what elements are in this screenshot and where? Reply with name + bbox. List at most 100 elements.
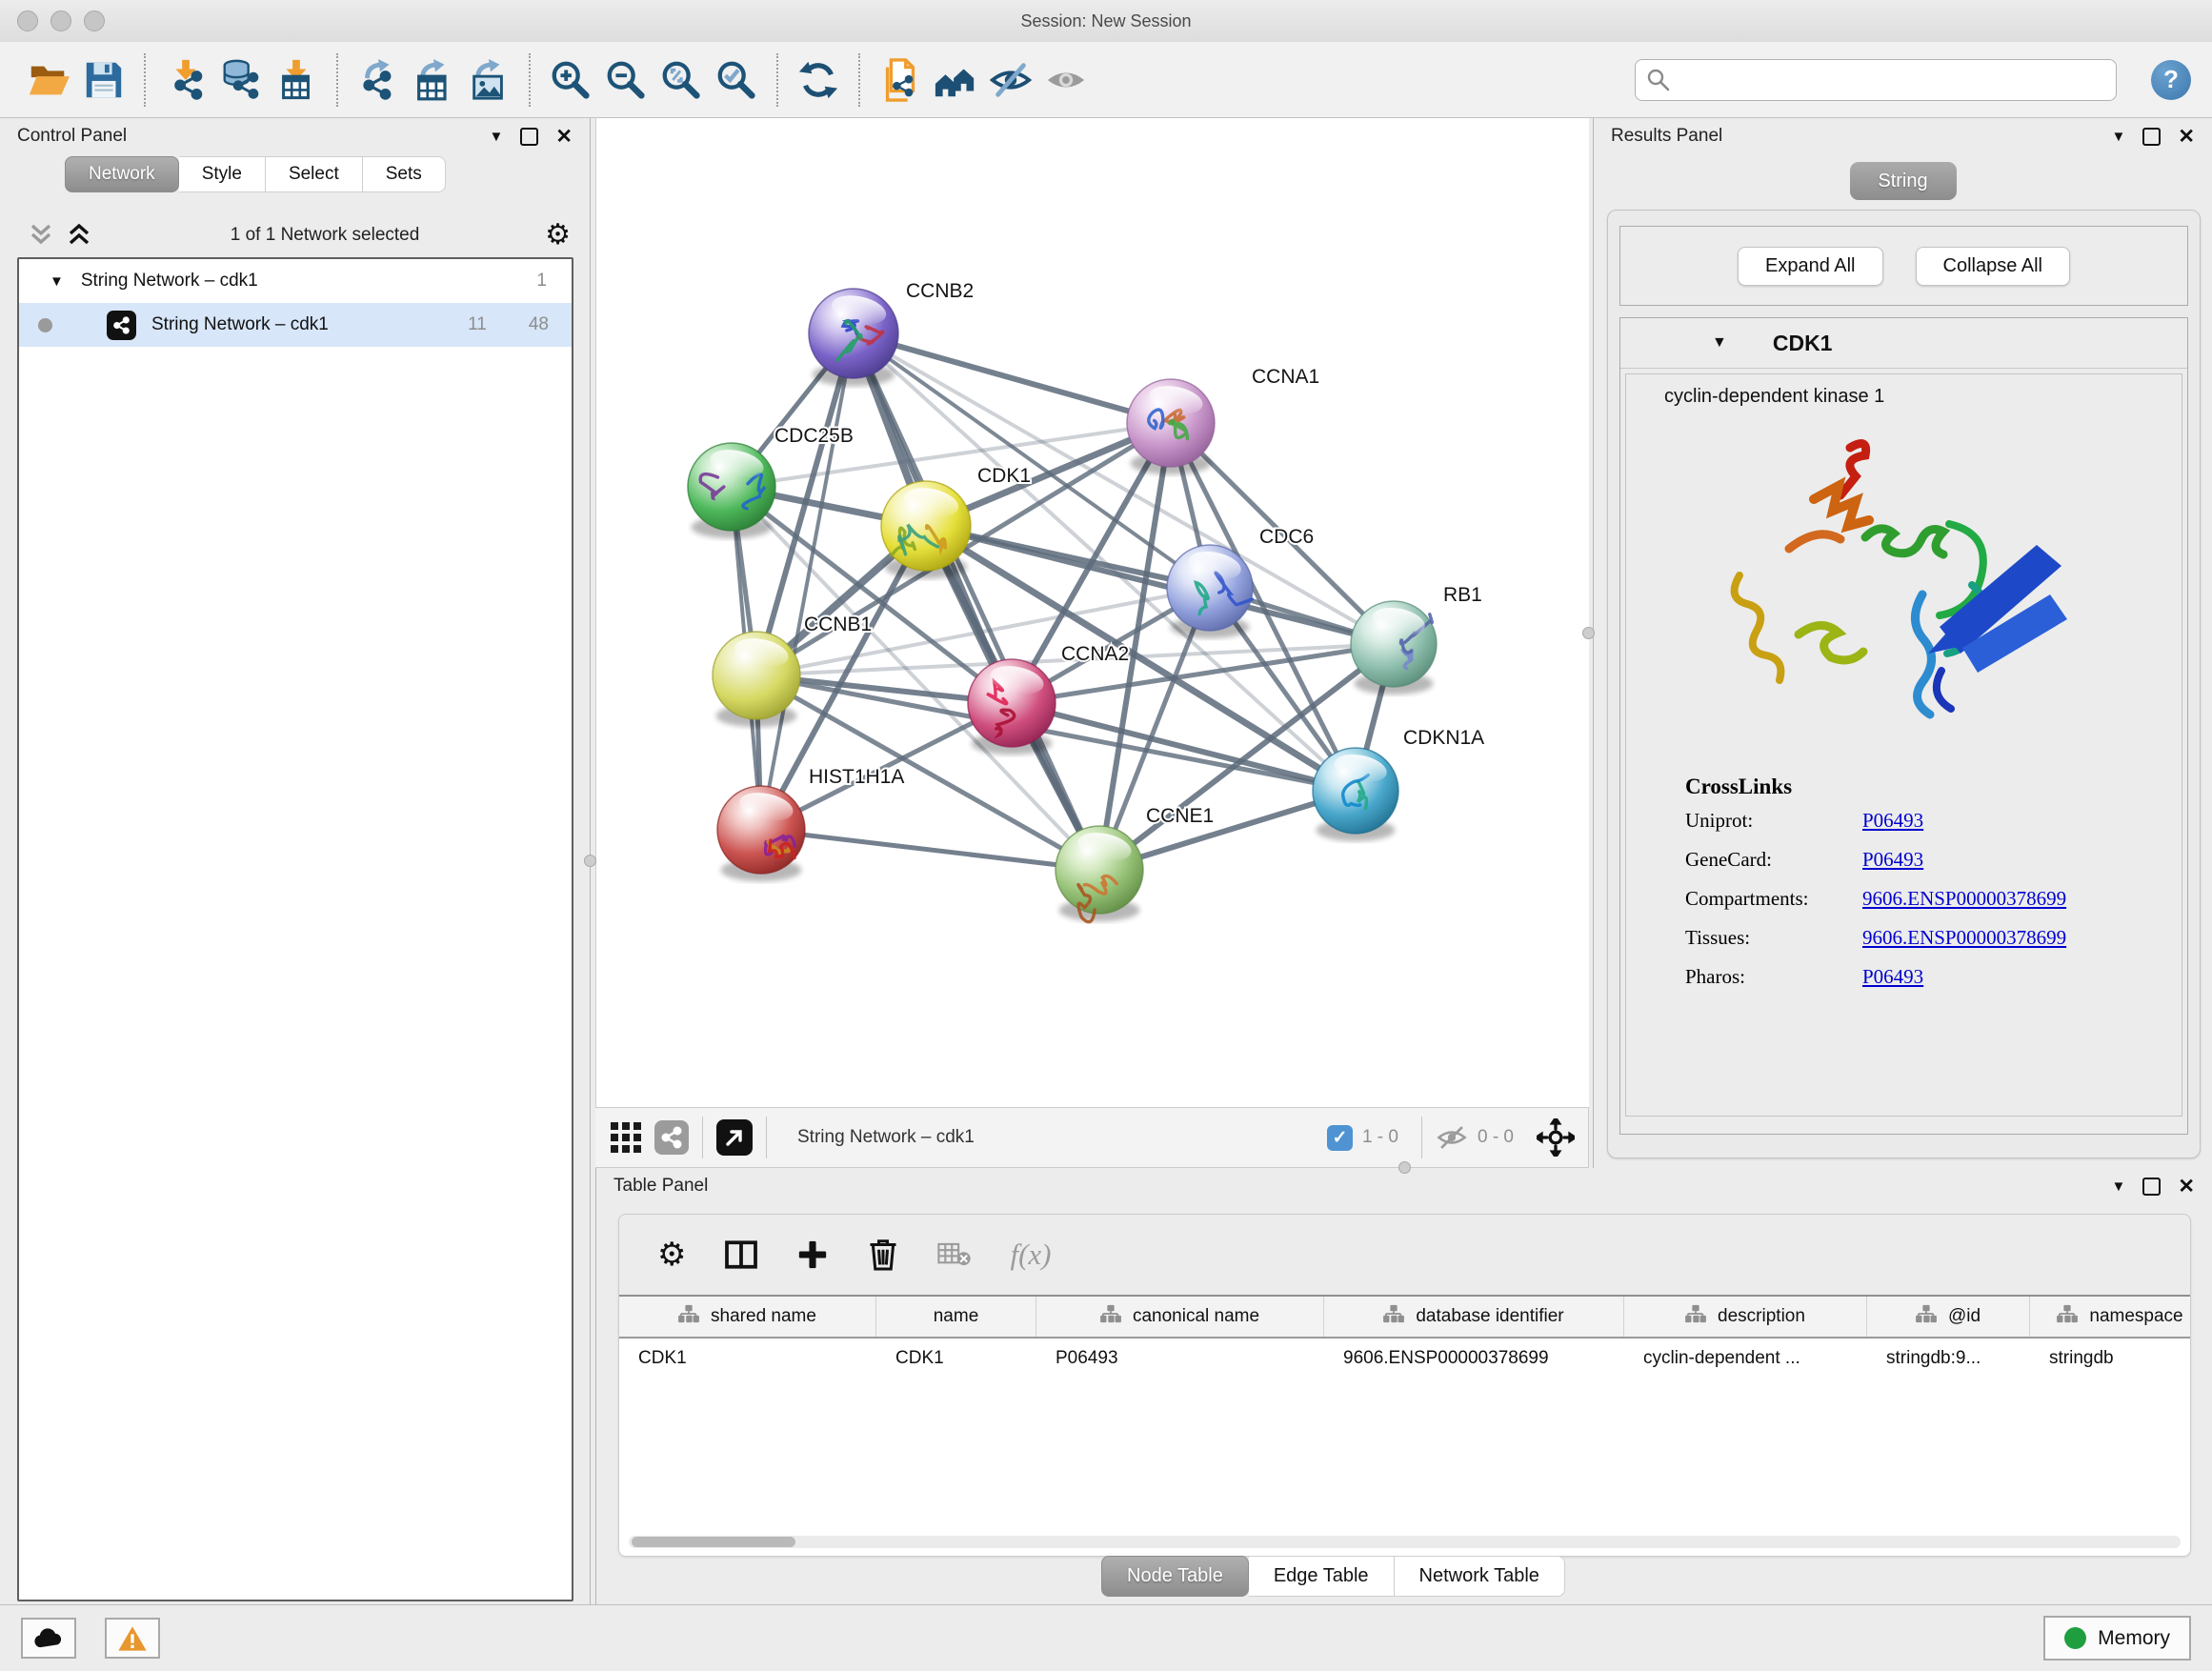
birdseye-navigator-icon[interactable] <box>1537 1118 1575 1157</box>
table-cell[interactable]: CDK1 <box>876 1339 1036 1379</box>
network-tree-row[interactable]: String Network – cdk1 11 48 <box>19 303 572 347</box>
table-cell[interactable]: CDK1 <box>619 1339 876 1379</box>
cloud-status-button[interactable] <box>21 1618 76 1659</box>
first-neighbors-button[interactable] <box>928 51 983 109</box>
create-column-plus-icon[interactable] <box>796 1238 829 1271</box>
memory-button[interactable]: Memory <box>2043 1616 2191 1661</box>
close-panel-icon[interactable]: ✕ <box>555 125 573 149</box>
export-table-button[interactable] <box>406 51 461 109</box>
crosslink-link[interactable]: 9606.ENSP00000378699 <box>1862 926 2066 950</box>
float-panel-icon[interactable] <box>520 128 538 146</box>
table-cell[interactable]: 9606.ENSP00000378699 <box>1324 1339 1624 1379</box>
tab-select[interactable]: Select <box>266 156 363 192</box>
panel-menu-icon[interactable]: ▼ <box>2112 129 2126 145</box>
column-header-name[interactable]: name <box>876 1297 1036 1337</box>
node-section-header[interactable]: ▼ CDK1 <box>1620 318 2187 369</box>
open-in-new-window-icon[interactable] <box>716 1119 753 1156</box>
help-button[interactable]: ? <box>2151 60 2191 100</box>
hide-selected-button[interactable] <box>983 51 1038 109</box>
network-options-gear-icon[interactable]: ⚙ <box>545 221 571 250</box>
close-panel-icon[interactable]: ✕ <box>2178 125 2195 149</box>
close-window-button[interactable] <box>17 10 38 31</box>
tab-style[interactable]: Style <box>179 156 266 192</box>
network-tree-row[interactable]: ▼ String Network – cdk1 1 <box>19 259 572 303</box>
panel-menu-icon[interactable]: ▼ <box>2112 1178 2126 1195</box>
delete-column-trash-icon[interactable] <box>867 1238 899 1272</box>
table-cell[interactable]: stringdb:9... <box>1867 1339 2030 1379</box>
apply-preferred-layout-button[interactable] <box>791 51 846 109</box>
export-image-button[interactable] <box>461 51 516 109</box>
network-canvas[interactable]: CCNB2CCNA1CDC25BCDK1CDC6RB1CCNB1CCNA2CDK… <box>595 118 1589 1107</box>
crosslink-link[interactable]: P06493 <box>1862 848 1923 872</box>
zoom-out-button[interactable] <box>598 51 654 109</box>
tab-string[interactable]: String <box>1850 162 1957 200</box>
zoom-window-button[interactable] <box>84 10 105 31</box>
table-options-gear-icon[interactable]: ⚙ <box>657 1238 686 1271</box>
table-row[interactable]: CDK1CDK1P064939606.ENSP00000378699cyclin… <box>619 1339 2190 1379</box>
import-network-file-button[interactable] <box>158 51 213 109</box>
collapse-all-icon[interactable] <box>67 222 91 249</box>
network-edge[interactable] <box>854 333 1099 870</box>
save-session-button[interactable] <box>76 51 131 109</box>
minimize-window-button[interactable] <box>50 10 71 31</box>
column-header--id[interactable]: @id <box>1867 1297 2030 1337</box>
warnings-button[interactable] <box>105 1618 160 1659</box>
tab-edge-table[interactable]: Edge Table <box>1249 1556 1395 1597</box>
zoom-fit-button[interactable] <box>654 51 709 109</box>
left-splitter-handle[interactable] <box>584 855 596 867</box>
expand-all-icon[interactable] <box>29 222 53 249</box>
zoom-selected-button[interactable] <box>709 51 764 109</box>
network-node-CDC25B[interactable] <box>688 443 775 538</box>
network-node-RB1[interactable] <box>1351 601 1437 695</box>
collapse-caret-icon[interactable]: ▼ <box>50 273 64 290</box>
column-header-description[interactable]: description <box>1624 1297 1867 1337</box>
grid-view-icon[interactable] <box>609 1120 643 1155</box>
network-node-CCNE1[interactable] <box>1056 826 1143 922</box>
scrollbar-thumb[interactable] <box>632 1537 795 1547</box>
column-header-canonical-name[interactable]: canonical name <box>1036 1297 1324 1337</box>
network-badge-icon[interactable] <box>654 1120 689 1155</box>
float-panel-icon[interactable] <box>2142 128 2161 146</box>
crosslink-link[interactable]: P06493 <box>1862 965 1923 989</box>
network-edge[interactable] <box>761 333 854 830</box>
table-cell[interactable]: P06493 <box>1036 1339 1324 1379</box>
show-columns-icon[interactable] <box>724 1238 758 1272</box>
network-edge[interactable] <box>926 526 1394 644</box>
network-node-CCNA1[interactable] <box>1127 379 1215 474</box>
right-splitter-handle[interactable] <box>1582 627 1595 639</box>
table-cell[interactable]: stringdb <box>2030 1339 2191 1379</box>
collapse-all-button[interactable]: Collapse All <box>1916 247 2071 286</box>
show-all-button[interactable] <box>1038 51 1094 109</box>
collapse-section-icon[interactable]: ▼ <box>1712 334 1727 352</box>
network-node-CCNA2[interactable] <box>968 659 1056 755</box>
bottom-splitter-handle[interactable] <box>1398 1161 1411 1174</box>
table-horizontal-scrollbar[interactable] <box>629 1536 2181 1548</box>
crosslink-link[interactable]: P06493 <box>1862 809 1923 833</box>
network-node-CCNB2[interactable] <box>809 289 898 386</box>
tab-network-table[interactable]: Network Table <box>1395 1556 1565 1597</box>
crosslink-link[interactable]: 9606.ENSP00000378699 <box>1862 887 2066 911</box>
network-node-CDKN1A[interactable] <box>1313 748 1398 841</box>
network-node-CDK1[interactable] <box>881 481 971 578</box>
column-header-shared-name[interactable]: shared name <box>619 1297 876 1337</box>
close-panel-icon[interactable]: ✕ <box>2178 1175 2195 1198</box>
tab-node-table[interactable]: Node Table <box>1101 1556 1249 1597</box>
new-network-from-selection-button[interactable] <box>873 51 928 109</box>
column-header-database-identifier[interactable]: database identifier <box>1324 1297 1624 1337</box>
expand-all-button[interactable]: Expand All <box>1738 247 1883 286</box>
zoom-in-button[interactable] <box>543 51 598 109</box>
network-edge[interactable] <box>761 830 1099 870</box>
import-table-file-button[interactable] <box>269 51 324 109</box>
network-node-HIST1H1A[interactable] <box>717 786 805 881</box>
tab-sets[interactable]: Sets <box>363 156 446 192</box>
selected-nodes-checkbox-icon[interactable]: ✓ <box>1327 1125 1353 1151</box>
import-network-database-button[interactable] <box>213 51 269 109</box>
tab-network[interactable]: Network <box>65 156 179 192</box>
network-node-CCNB1[interactable] <box>713 632 800 727</box>
table-cell[interactable]: cyclin-dependent ... <box>1624 1339 1867 1379</box>
column-header-namespace[interactable]: namespace <box>2030 1297 2191 1337</box>
network-node-CDC6[interactable] <box>1167 545 1253 638</box>
network-graph[interactable]: CCNB2CCNA1CDC25BCDK1CDC6RB1CCNB1CCNA2CDK… <box>596 118 1589 1105</box>
float-panel-icon[interactable] <box>2142 1178 2161 1196</box>
open-session-button[interactable] <box>21 51 76 109</box>
